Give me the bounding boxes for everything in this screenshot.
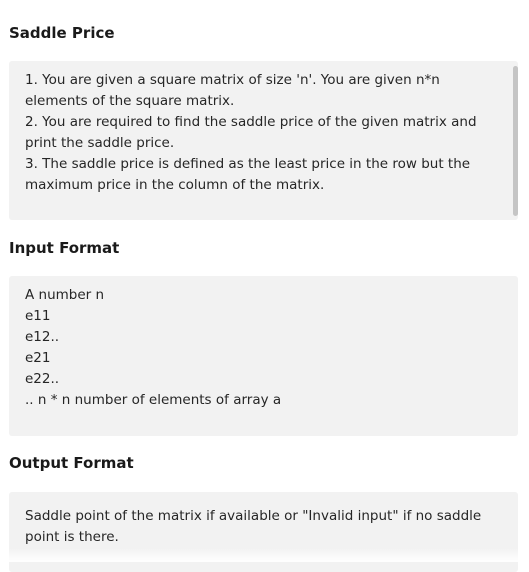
input-format-line: .. n * n number of elements of array a xyxy=(25,392,282,408)
description-line: 2. You are required to find the saddle p… xyxy=(25,114,477,130)
bottom-fade xyxy=(0,548,529,562)
input-format-panel: A number n e11 e12.. e21 e22.. .. n * n … xyxy=(9,276,518,436)
section-title-input-format: Input Format xyxy=(9,239,120,257)
problem-description-panel[interactable]: 1. You are given a square matrix of size… xyxy=(9,61,518,220)
section-title-saddle-price: Saddle Price xyxy=(9,24,115,42)
section-title-output-format: Output Format xyxy=(9,454,134,472)
output-format-line: point is there. xyxy=(25,529,119,545)
input-format-line: e12.. xyxy=(25,329,60,345)
input-format-line: e21 xyxy=(25,350,51,366)
description-line: 3. The saddle price is defined as the le… xyxy=(25,156,471,172)
output-format-line: Saddle point of the matrix if available … xyxy=(25,508,482,524)
description-line: print the saddle price. xyxy=(25,135,175,151)
input-format-line: e22.. xyxy=(25,371,60,387)
panel-scrollbar[interactable] xyxy=(513,66,518,216)
input-format-line: e11 xyxy=(25,308,51,324)
description-line: maximum price in the column of the matri… xyxy=(25,177,325,193)
description-line: elements of the square matrix. xyxy=(25,93,235,109)
description-line: 1. You are given a square matrix of size… xyxy=(25,72,440,88)
input-format-line: A number n xyxy=(25,287,105,303)
